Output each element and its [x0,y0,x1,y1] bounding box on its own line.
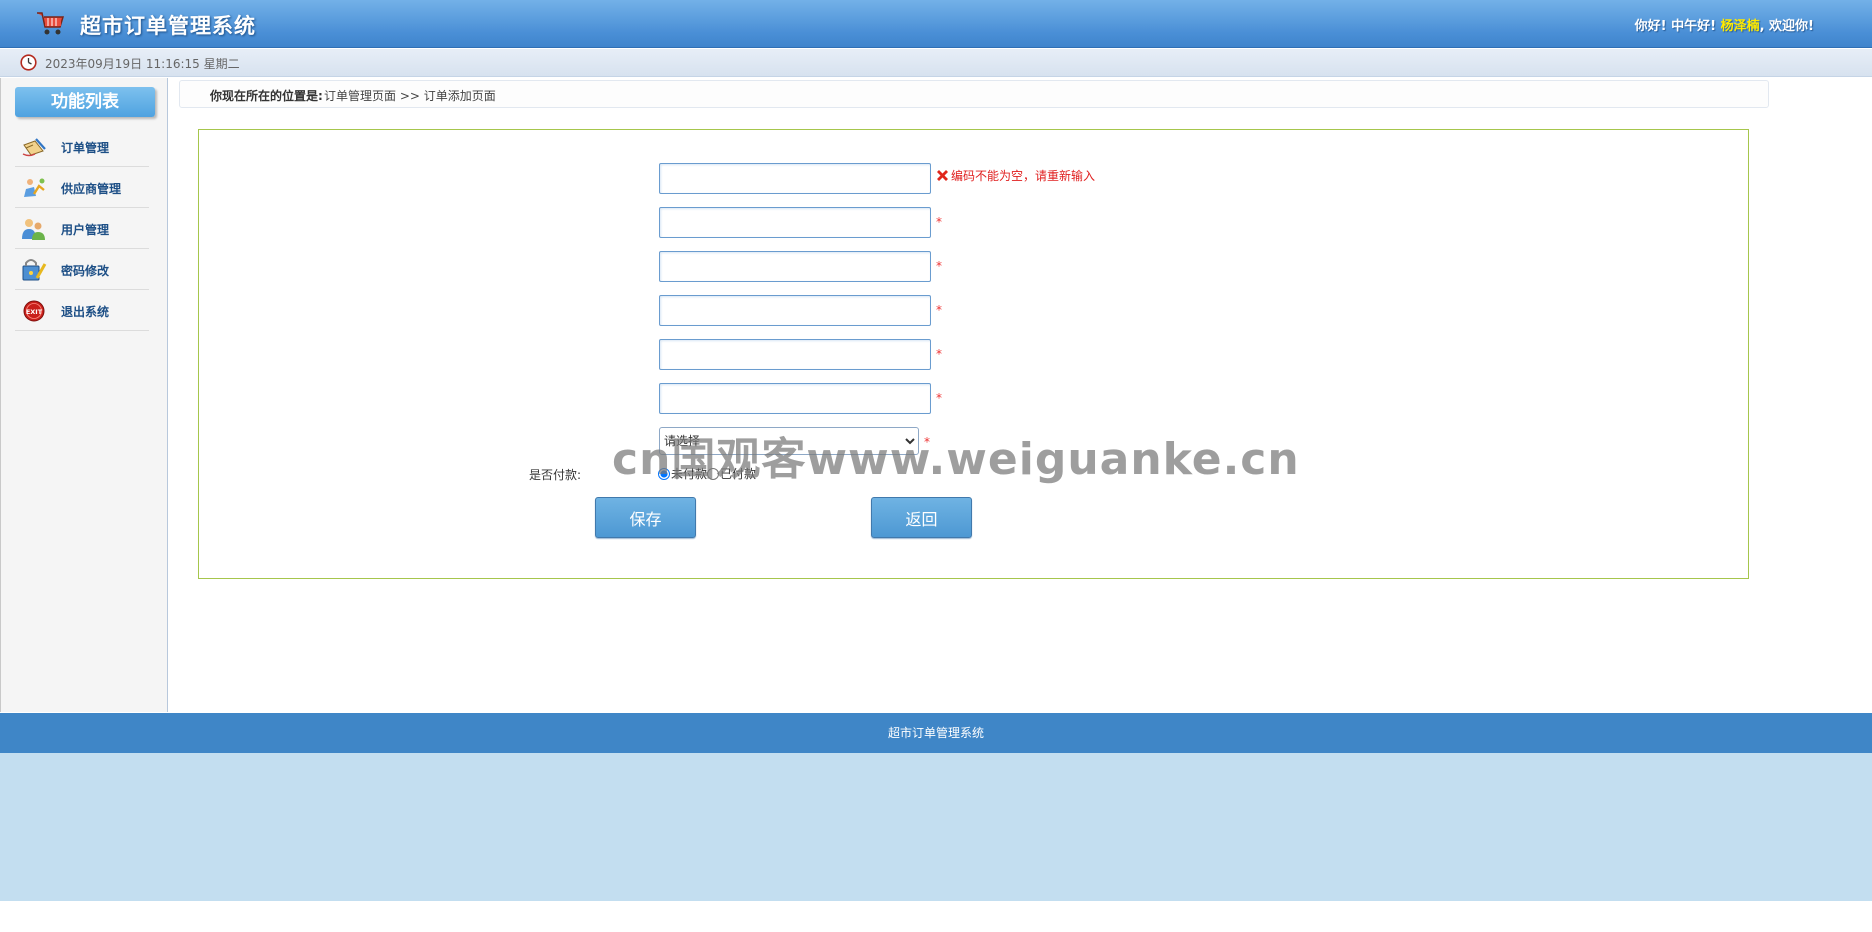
payment-option-paid[interactable]: 已付款 [707,467,756,481]
app-title: 超市订单管理系统 [80,14,256,38]
order-add-form: 订单编码: 编码不能为空，请重新输入 商品名称: * 商品描述: * 商品单位:… [198,129,1749,579]
user-name: 杨泽楠 [1720,19,1760,34]
password-icon [22,259,47,281]
shopping-cart-icon [37,12,65,35]
sidebar-item-label: 用户管理 [61,223,110,237]
form-row-product-desc: 商品描述: * [199,251,1099,283]
current-datetime: 2023年09月19日 11:16:15 星期二 [45,57,240,71]
form-row-product-name: 商品名称: * [199,207,1099,239]
required-mark: * [936,303,942,317]
sidebar-item-orders[interactable]: 订单管理 [15,126,149,167]
svg-text:EXIT: EXIT [26,308,43,316]
back-button[interactable]: 返回 [871,497,972,538]
date-bar: 2023年09月19日 11:16:15 星期二 [0,49,1872,77]
sidebar-item-label: 密码修改 [61,264,110,278]
save-button[interactable]: 保存 [595,497,696,538]
footer: 超市订单管理系统 [0,713,1872,753]
product-unit-input[interactable] [659,295,931,326]
sidebar-item-users[interactable]: 用户管理 [15,208,149,249]
total-amount-input[interactable] [659,383,931,414]
users-icon [22,219,45,240]
order-icon [22,138,46,157]
sidebar-title: 功能列表 [15,87,155,117]
form-row-payment: 是否付款: 未付款 已付款 [199,464,1099,496]
payment-radio-group: 未付款 已付款 [658,465,756,482]
payment-label: 是否付款: [528,468,581,482]
sidebar-item-label: 订单管理 [61,141,110,155]
required-mark: * [936,391,942,405]
sidebar-item-exit[interactable]: EXIT 退出系统 [15,290,149,331]
form-row-total-amount: 总金额: * [199,383,1099,415]
top-header: 超市订单管理系统 你好! 中午好! 杨泽楠, 欢迎你! [0,0,1872,48]
greeting-suffix: , 欢迎你! [1759,19,1814,34]
sidebar-item-suppliers[interactable]: 供应商管理 [15,167,149,208]
breadcrumb-lead: 你现在所在的位置是: [210,89,323,103]
form-row-order-code: 订单编码: 编码不能为空，请重新输入 [199,163,1099,195]
sidebar-item-label: 退出系统 [61,305,110,319]
sidebar-item-password[interactable]: 密码修改 [15,249,149,290]
required-mark: * [924,435,930,449]
sidebar-item-label: 供应商管理 [61,182,122,196]
breadcrumb: 你现在所在的位置是: 订单管理页面 >> 订单添加页面 [179,80,1769,108]
error-x-icon [937,170,948,181]
breadcrumb-path: 订单管理页面 >> 订单添加页面 [324,89,496,103]
greeting: 你好! 中午好! 杨泽楠, 欢迎你! [1635,15,1814,34]
unpaid-radio[interactable] [658,468,670,480]
clock-icon [20,54,37,71]
supplier-icon [24,178,45,197]
required-mark: * [936,259,942,273]
form-row-product-unit: 商品单位: * [199,295,1099,327]
greeting-prefix: 你好! 中午好! [1634,19,1717,34]
form-row-product-count: 商品数量: * [199,339,1099,371]
product-desc-input[interactable] [659,251,931,282]
unpaid-label: 未付款 [671,467,708,481]
paid-radio[interactable] [707,468,720,480]
supplier-select[interactable]: 请选择 [659,427,919,455]
required-mark: * [936,215,942,229]
bottom-band [0,753,1872,901]
product-count-input[interactable] [659,339,931,370]
sidebar-menu: 订单管理 供应商管理 用户管理 密码修改 EXIT 退出系统 [15,126,149,331]
paid-label: 已付款 [720,467,757,481]
order-code-input[interactable] [659,163,931,194]
order-code-error-text: 编码不能为空，请重新输入 [951,169,1096,183]
required-mark: * [936,347,942,361]
payment-option-unpaid[interactable]: 未付款 [658,467,707,481]
sidebar: 功能列表 订单管理 供应商管理 用户管理 密码修改 EXIT 退出系统 [0,78,168,712]
form-actions: 保存 返回 [199,497,1099,538]
form-row-supplier: 供应商: 请选择 * [199,427,1099,459]
exit-icon: EXIT [23,300,45,322]
order-code-error: 编码不能为空，请重新输入 [935,167,1095,184]
product-name-input[interactable] [659,207,931,238]
